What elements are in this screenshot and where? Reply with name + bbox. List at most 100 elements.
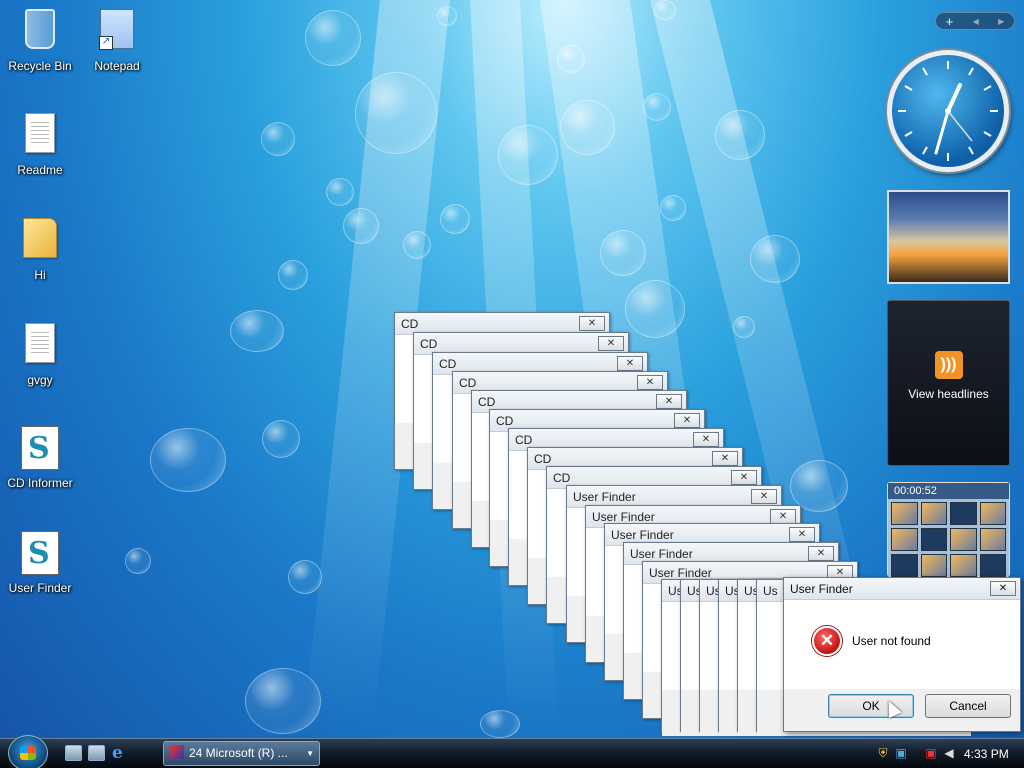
- close-icon[interactable]: ✕: [731, 470, 757, 485]
- switch-windows-icon[interactable]: [88, 745, 105, 761]
- next-gadget-button[interactable]: ▶: [998, 17, 1004, 26]
- close-icon[interactable]: ✕: [751, 489, 777, 504]
- desktop-icon-user-finder[interactable]: S User Finder: [0, 530, 80, 595]
- desktop-icon-label: Readme: [17, 163, 63, 177]
- desktop-icon-recycle-bin[interactable]: Recycle Bin: [0, 6, 80, 73]
- desktop-icon-cd-informer[interactable]: S CD Informer: [0, 425, 80, 490]
- bubble: [230, 310, 284, 352]
- recycle-bin-icon: [20, 9, 60, 55]
- bubble: [245, 668, 321, 734]
- desktop-icon-notepad[interactable]: Notepad: [77, 6, 157, 73]
- error-icon: ✕: [812, 626, 842, 656]
- volume-muted-icon[interactable]: ◀: [942, 746, 956, 760]
- desktop-icon-hi[interactable]: Hi: [0, 215, 80, 282]
- bubble: [643, 93, 671, 121]
- dialog-title: User Finder: [649, 566, 712, 580]
- dialog-title: User Finder: [592, 510, 655, 524]
- bubble: [654, 0, 676, 20]
- network-icon[interactable]: ▣: [894, 746, 908, 760]
- prev-gadget-button[interactable]: ◀: [973, 17, 979, 26]
- dialog-title-bar[interactable]: User Finder ✕: [784, 578, 1020, 600]
- text-document-icon: [20, 113, 60, 159]
- bubble: [557, 45, 585, 73]
- close-icon[interactable]: ✕: [770, 509, 796, 524]
- add-gadget-button[interactable]: +: [946, 14, 954, 29]
- desktop-icon-label: Hi: [34, 268, 46, 282]
- bubble: [326, 178, 354, 206]
- bubble: [305, 10, 361, 66]
- close-icon[interactable]: ✕: [637, 375, 663, 390]
- bubble: [278, 260, 308, 290]
- cancel-button[interactable]: Cancel: [925, 694, 1011, 718]
- folder-icon: [20, 218, 60, 264]
- bubble: [403, 231, 431, 259]
- slideshow-gadget[interactable]: [887, 190, 1010, 284]
- desktop-icon-readme[interactable]: Readme: [0, 110, 80, 177]
- close-icon[interactable]: ✕: [579, 316, 605, 331]
- dialog-message: User not found: [852, 634, 931, 648]
- setup-icon: S: [20, 531, 60, 577]
- bubble: [437, 6, 457, 26]
- puzzle-timer: 00:00:52: [888, 483, 1009, 499]
- close-icon[interactable]: ✕: [674, 413, 700, 428]
- dialog-title: CD: [420, 337, 438, 351]
- view-headlines-link[interactable]: View headlines: [888, 387, 1009, 401]
- dialog-title: User Finder: [611, 528, 674, 542]
- dialog-title: User Finder: [790, 582, 853, 596]
- taskbar-button-label: 24 Microsoft (R) ...: [189, 746, 288, 760]
- dialog-title: CD: [459, 376, 477, 390]
- start-button[interactable]: [8, 735, 48, 768]
- dialog-title: CD: [478, 395, 496, 409]
- close-icon[interactable]: ✕: [808, 546, 834, 561]
- close-icon[interactable]: ✕: [598, 336, 624, 351]
- user-finder-dialog[interactable]: User Finder ✕ ✕ User not found OK Cancel: [783, 577, 1021, 732]
- notepad-icon: [97, 9, 137, 55]
- clock-face-icon: [898, 61, 998, 161]
- dialog-footer: OK Cancel: [784, 689, 1020, 731]
- network-disconnected-icon[interactable]: ▣: [924, 746, 938, 760]
- clock-gadget[interactable]: [887, 50, 1009, 172]
- close-icon[interactable]: ✕: [990, 581, 1016, 596]
- puzzle-grid[interactable]: [888, 499, 1009, 580]
- desktop-icon-gvgy[interactable]: gvgy: [0, 320, 80, 387]
- show-desktop-icon[interactable]: [65, 745, 82, 761]
- close-icon[interactable]: ✕: [693, 432, 719, 447]
- bubble: [660, 195, 686, 221]
- close-icon[interactable]: ✕: [712, 451, 738, 466]
- security-shield-icon[interactable]: ⛨: [876, 746, 890, 760]
- text-document-icon: [20, 323, 60, 369]
- bubble: [355, 72, 437, 154]
- dialog-title: Us: [763, 584, 778, 598]
- desktop-icon-label: CD Informer: [7, 476, 73, 490]
- chevron-down-icon: ▼: [306, 749, 314, 758]
- dialog-title: CD: [553, 471, 571, 485]
- bubble: [560, 100, 615, 155]
- ok-button[interactable]: OK: [828, 694, 914, 718]
- rss-feed-icon: ))): [934, 351, 963, 379]
- app-icon: [170, 745, 184, 759]
- desktop-icon-label: Recycle Bin: [8, 59, 72, 73]
- close-icon[interactable]: ✕: [656, 394, 682, 409]
- close-icon[interactable]: ✕: [617, 356, 643, 371]
- close-icon[interactable]: ✕: [789, 527, 815, 542]
- bubble: [150, 428, 226, 492]
- bubble: [261, 122, 295, 156]
- bubble: [498, 125, 558, 185]
- internet-explorer-icon[interactable]: e: [112, 745, 129, 762]
- system-tray: ⛨ ▣ ▣ ◀ 4:33 PM: [868, 739, 1024, 768]
- dialog-title: CD: [496, 414, 514, 428]
- bubble: [625, 280, 685, 338]
- bubble: [733, 316, 755, 338]
- dialog-title: CD: [401, 317, 419, 331]
- setup-icon: S: [20, 426, 60, 472]
- feed-headlines-gadget[interactable]: ))) View headlines: [887, 300, 1010, 466]
- bubble: [440, 204, 470, 234]
- taskbar-button-microsoft[interactable]: 24 Microsoft (R) ... ▼: [163, 741, 320, 766]
- dialog-title: User Finder: [630, 547, 693, 561]
- taskbar: e 24 Microsoft (R) ... ▼ ⛨ ▣ ▣ ◀ 4:33 PM: [0, 735, 1024, 768]
- picture-puzzle-gadget[interactable]: 00:00:52: [887, 482, 1010, 577]
- dialog-title: CD: [515, 433, 533, 447]
- bubble: [715, 110, 765, 160]
- taskbar-clock[interactable]: 4:33 PM: [964, 747, 1009, 761]
- dialog-title: CD: [534, 452, 552, 466]
